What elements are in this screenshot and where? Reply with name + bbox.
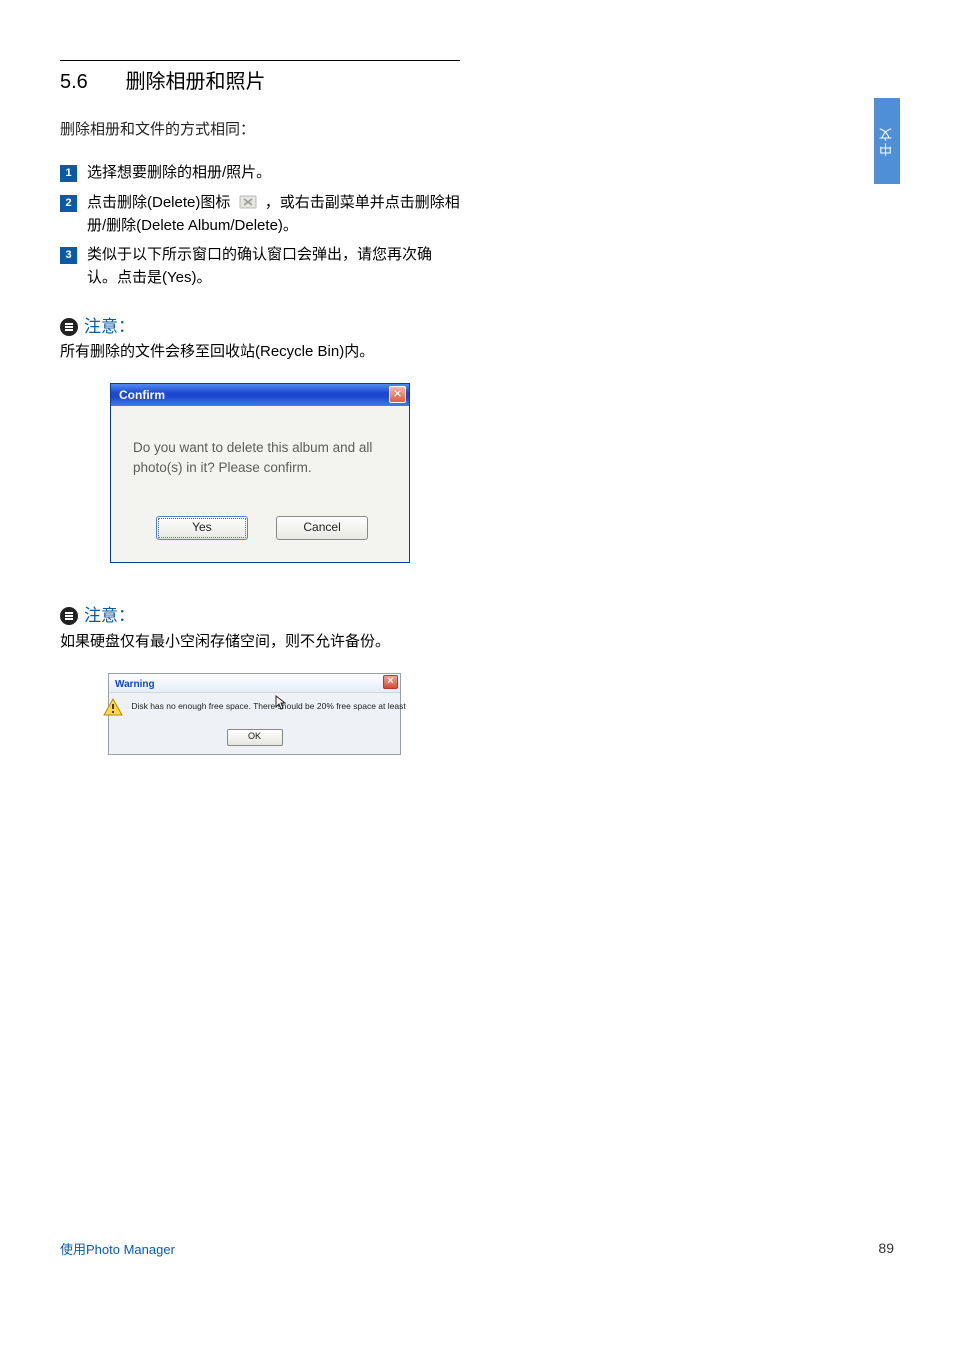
confirm-dialog: Confirm × Do you want to delete this alb… <box>110 383 410 563</box>
step-text: 类似于以下所示窗口的确认窗口会弹出，请您再次确认。点击是(Yes)。 <box>87 243 460 290</box>
note-heading: 注意： <box>60 603 460 629</box>
dialog-message: Disk has no enough free space. There sho… <box>131 700 405 713</box>
page-number: 89 <box>878 1238 894 1260</box>
step-number-badge: 3 <box>60 247 77 264</box>
dialog-body: Disk has no enough free space. There sho… <box>109 693 400 754</box>
intro-text: 删除相册和文件的方式相同： <box>60 118 460 141</box>
warning-icon <box>103 697 123 717</box>
step-text: 选择想要删除的相册/照片。 <box>87 161 460 184</box>
warning-dialog: Warning × <box>108 673 401 755</box>
note-heading: 注意： <box>60 314 460 340</box>
dialog-body: Do you want to delete this album and all… <box>111 406 409 562</box>
section-rule <box>60 60 460 61</box>
step-number-badge: 2 <box>60 195 77 212</box>
dialog-title: Confirm <box>119 388 165 402</box>
dialog-titlebar: Warning × <box>109 674 400 693</box>
language-tab-label: 中文 <box>877 126 897 156</box>
close-icon: × <box>387 675 393 687</box>
section-number: 5.6 <box>60 67 120 98</box>
step-text: 点击删除(Delete)图标 ，或右击副菜单并点击删除相册/删除(Delete … <box>87 191 460 238</box>
close-button[interactable]: × <box>389 386 406 403</box>
dialog-title: Warning <box>115 679 155 690</box>
section-title: 删除相册和照片 <box>126 67 266 98</box>
step-item: 3 类似于以下所示窗口的确认窗口会弹出，请您再次确认。点击是(Yes)。 <box>60 243 460 290</box>
note-body: 所有删除的文件会移至回收站(Recycle Bin)内。 <box>60 340 460 363</box>
cancel-button[interactable]: Cancel <box>276 516 368 540</box>
step-number-badge: 1 <box>60 165 77 182</box>
note-label: 注意： <box>84 314 135 340</box>
dialog-message: Do you want to delete this album and all… <box>133 438 391 477</box>
close-icon: × <box>393 385 401 401</box>
ok-button[interactable]: OK <box>227 729 283 746</box>
section-heading: 5.6 删除相册和照片 <box>60 67 460 98</box>
delete-icon <box>239 193 257 207</box>
yes-button[interactable]: Yes <box>156 516 248 540</box>
note-label: 注意： <box>84 603 135 629</box>
note-icon <box>60 607 78 625</box>
dialog-buttons: Yes Cancel <box>133 515 391 540</box>
note-body: 如果硬盘仅有最小空闲存储空间，则不允许备份。 <box>60 630 460 653</box>
footer-section-label: 使用Photo Manager <box>60 1240 175 1260</box>
note-icon <box>60 318 78 336</box>
language-tab: 中文 <box>874 98 900 184</box>
dialog-titlebar: Confirm × <box>111 384 409 406</box>
step-item: 2 点击删除(Delete)图标 ，或右击副菜单并点击删除相册/删除(Delet… <box>60 191 460 238</box>
steps-list: 1 选择想要删除的相册/照片。 2 点击删除(Delete)图标 ，或右击副菜单… <box>60 161 460 289</box>
close-button[interactable]: × <box>383 675 398 689</box>
cursor-icon <box>275 695 289 711</box>
step-text-a: 点击删除(Delete)图标 <box>87 194 235 211</box>
step-item: 1 选择想要删除的相册/照片。 <box>60 161 460 184</box>
